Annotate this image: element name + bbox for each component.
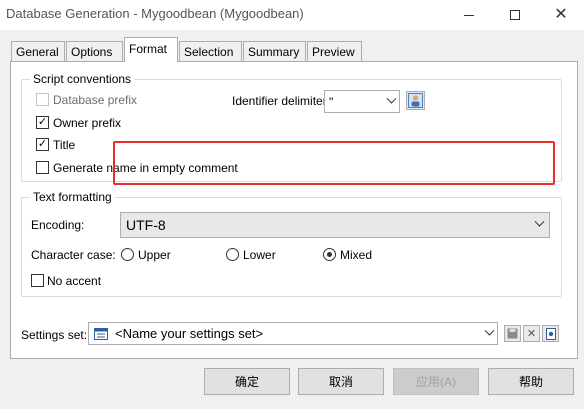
no-accent-checkbox[interactable] bbox=[31, 274, 44, 287]
window-title: Database Generation - Mygoodbean (Mygood… bbox=[6, 6, 304, 21]
encoding-label: Encoding: bbox=[31, 218, 85, 232]
settings-set-label: Settings set: bbox=[21, 328, 88, 342]
database-prefix-label: Database prefix bbox=[53, 93, 138, 107]
tab-format[interactable]: Format bbox=[124, 37, 178, 62]
database-prefix-checkbox[interactable] bbox=[36, 93, 49, 106]
ok-button[interactable]: 确定 bbox=[204, 368, 290, 395]
apply-button[interactable]: 应用(A) bbox=[393, 368, 479, 395]
settings-set-select[interactable]: <Name your settings set> bbox=[88, 322, 498, 345]
maximize-button[interactable] bbox=[492, 0, 538, 30]
import-settings-button[interactable] bbox=[542, 325, 559, 342]
settings-file-icon bbox=[545, 327, 556, 340]
chevron-down-icon bbox=[386, 93, 397, 104]
radio-selected-dot bbox=[327, 252, 332, 257]
encoding-select[interactable]: UTF-8 bbox=[120, 212, 550, 238]
owner-prefix-label: Owner prefix bbox=[53, 116, 122, 130]
close-icon: ✕ bbox=[526, 328, 537, 340]
properties-button[interactable] bbox=[406, 91, 425, 110]
title-label: Title bbox=[53, 138, 76, 152]
character-case-label: Character case: bbox=[31, 248, 116, 262]
identifier-delimiter-select[interactable]: " bbox=[324, 90, 400, 113]
text-formatting-title: Text formatting bbox=[30, 190, 115, 204]
case-mixed-radio[interactable] bbox=[323, 248, 336, 261]
tab-summary[interactable]: Summary bbox=[243, 41, 306, 61]
chevron-down-icon bbox=[534, 216, 545, 227]
case-mixed-label: Mixed bbox=[340, 248, 373, 262]
identifier-delimiter-value: " bbox=[329, 95, 334, 109]
case-lower-radio[interactable] bbox=[226, 248, 239, 261]
minimize-icon bbox=[464, 14, 474, 16]
tab-general[interactable]: General bbox=[11, 41, 65, 61]
owner-prefix-checkbox[interactable]: ✓ bbox=[36, 116, 49, 129]
case-upper-label: Upper bbox=[138, 248, 171, 262]
case-lower-label: Lower bbox=[243, 248, 276, 262]
cancel-button[interactable]: 取消 bbox=[298, 368, 384, 395]
maximize-icon bbox=[510, 10, 520, 20]
encoding-value: UTF-8 bbox=[126, 217, 166, 233]
script-conventions-title: Script conventions bbox=[30, 72, 135, 86]
title-bar: Database Generation - Mygoodbean (Mygood… bbox=[0, 0, 584, 30]
delete-settings-button[interactable]: ✕ bbox=[523, 325, 540, 342]
tab-selection[interactable]: Selection bbox=[179, 41, 242, 61]
no-accent-label: No accent bbox=[47, 274, 102, 288]
title-checkbox[interactable]: ✓ bbox=[36, 138, 49, 151]
generate-name-label: Generate name in empty comment bbox=[53, 161, 238, 175]
close-icon: ✕ bbox=[554, 6, 568, 23]
minimize-button[interactable] bbox=[446, 0, 492, 30]
tab-options[interactable]: Options bbox=[66, 41, 123, 61]
format-tab-panel: Script conventions Database prefix ✓ Own… bbox=[10, 61, 578, 359]
generate-name-checkbox[interactable] bbox=[36, 161, 49, 174]
chevron-down-icon bbox=[484, 325, 495, 336]
close-button[interactable]: ✕ bbox=[538, 0, 584, 30]
help-button[interactable]: 帮助 bbox=[488, 368, 574, 395]
settings-set-value: <Name your settings set> bbox=[115, 326, 264, 341]
save-settings-button[interactable] bbox=[504, 325, 521, 342]
tab-preview[interactable]: Preview bbox=[307, 41, 362, 61]
user-properties-icon bbox=[408, 93, 423, 108]
case-upper-radio[interactable] bbox=[121, 248, 134, 261]
save-icon bbox=[507, 328, 518, 339]
identifier-delimiter-label: Identifier delimiter: bbox=[232, 94, 331, 108]
settings-list-icon bbox=[94, 328, 108, 340]
